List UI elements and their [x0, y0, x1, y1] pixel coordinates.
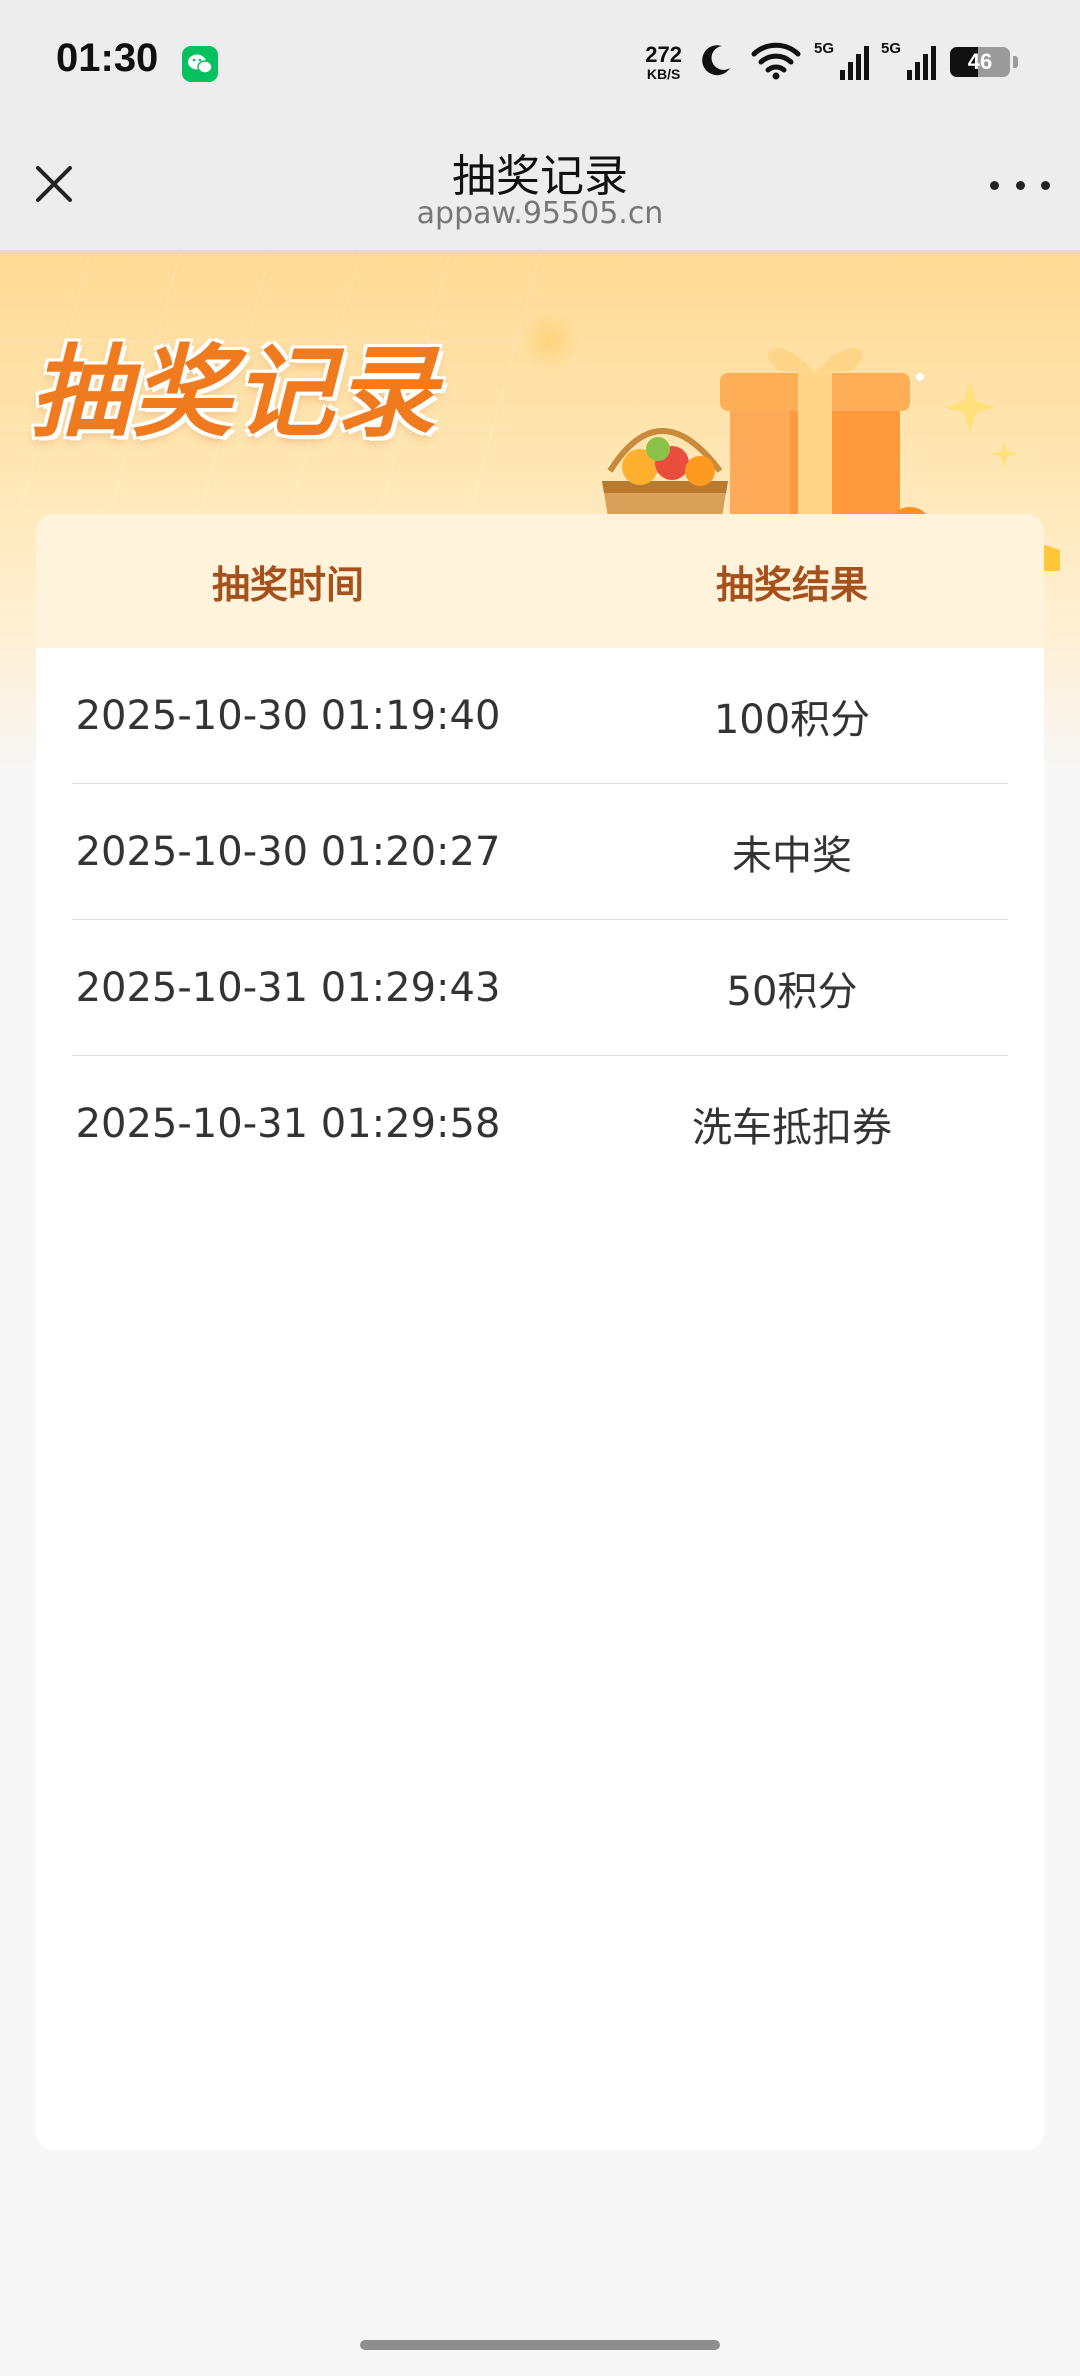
cell-time: 2025-10-31 01:29:43: [75, 965, 501, 1011]
column-header-result: 抽奖结果: [715, 562, 868, 607]
table-header: 抽奖时间 抽奖结果: [36, 514, 1044, 648]
signal-icon: 5G: [814, 40, 869, 80]
signal-icon: 5G: [881, 40, 936, 80]
wechat-icon: [182, 46, 218, 82]
status-bar: 01:30 272 KB/S 5G 5G 46: [0, 0, 1080, 120]
cell-result: 未中奖: [732, 833, 852, 879]
column-header-time: 抽奖时间: [211, 562, 364, 607]
signal-label: 5G: [814, 40, 835, 57]
battery-icon: 46: [950, 47, 1010, 77]
table-row: 2025-10-31 01:29:43 50积分: [36, 920, 1044, 1056]
network-speed-unit: KB/S: [646, 65, 681, 82]
more-dot-icon: [1015, 180, 1025, 190]
status-time: 01:30: [56, 36, 159, 80]
cell-time: 2025-10-30 01:20:27: [75, 829, 501, 875]
banner-title: 抽奖记录: [30, 333, 438, 451]
home-indicator[interactable]: [360, 2340, 720, 2350]
more-dot-icon: [1041, 180, 1050, 190]
cell-time: 2025-10-30 01:19:40: [75, 693, 501, 739]
battery-level: 46: [967, 49, 993, 74]
wifi-icon: [750, 40, 802, 84]
signal-label: 5G: [881, 40, 902, 57]
cell-result: 50积分: [726, 969, 858, 1015]
cell-time: 2025-10-31 01:29:58: [75, 1101, 501, 1147]
table-row: 2025-10-30 01:20:27 未中奖: [36, 784, 1044, 920]
sun-glow: [520, 311, 580, 371]
cell-result: 洗车抵扣券: [692, 1105, 892, 1151]
network-speed: 272 KB/S: [645, 41, 682, 82]
page-url: appaw.95505.cn: [416, 196, 664, 231]
battery-cap: [1013, 56, 1018, 68]
record-table: 抽奖时间 抽奖结果 2025-10-30 01:19:40 100积分 2025…: [36, 514, 1044, 2150]
moon-icon: [696, 40, 736, 84]
table-row: 2025-10-31 01:29:58 洗车抵扣券: [36, 1056, 1044, 1192]
more-dot-icon: [990, 180, 999, 190]
more-options-button[interactable]: [990, 170, 1050, 200]
table-row: 2025-10-30 01:19:40 100积分: [36, 648, 1044, 784]
nav-bar: 抽奖记录 appaw.95505.cn: [0, 120, 1080, 251]
cell-result: 100积分: [713, 697, 871, 743]
network-speed-value: 272: [645, 41, 682, 67]
page-title: 抽奖记录: [452, 151, 628, 202]
